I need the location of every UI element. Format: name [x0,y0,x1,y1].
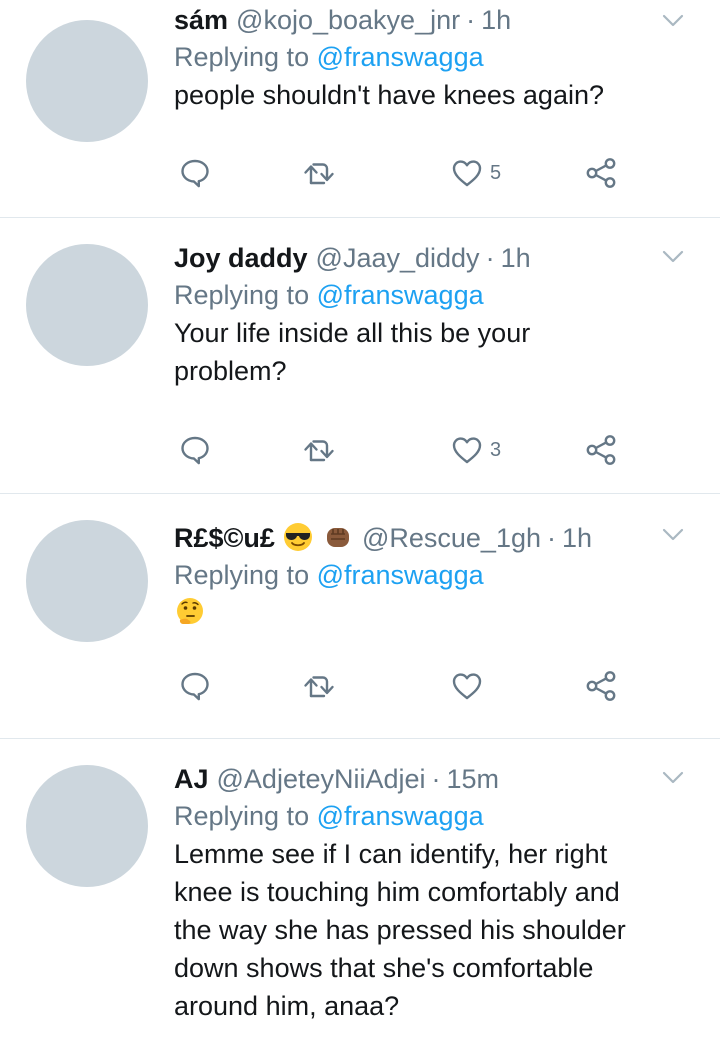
retweet-button[interactable] [302,430,336,470]
reply-button[interactable] [178,430,212,470]
tweet-header: sám @kojo_boakye_jnr · 1h [174,2,700,38]
timestamp[interactable]: 15m [447,761,500,797]
tweet-text-line: around him, anaa? [174,991,400,1021]
like-button[interactable]: 3 [450,430,501,470]
display-name-text: R£$©u£ [174,523,275,553]
avatar[interactable] [26,765,148,887]
like-count: 5 [490,161,502,184]
username[interactable]: @AdjeteyNiiAdjei [217,761,426,797]
heart-icon [450,433,484,467]
share-button[interactable] [584,153,618,193]
tweet-actions: 5 [174,153,634,193]
tweet-reply[interactable]: AJ @AdjeteyNiiAdjei · 15m Replying to @f… [0,739,720,1045]
replying-to: Replying to @franswagga [174,556,700,594]
replies-feed: sám @kojo_boakye_jnr · 1h Replying to @f… [0,0,720,1045]
avatar[interactable] [26,244,148,366]
replying-to-label: Replying to [174,42,310,72]
tweet-content: R£$©u£ @Rescue_1gh · 1h Replying to @fra… [174,520,700,632]
replying-to-mention[interactable]: @franswagga [317,42,484,72]
avatar[interactable] [26,20,148,142]
heart-icon [450,669,484,703]
reply-button[interactable] [178,153,212,193]
avatar[interactable] [26,520,148,642]
tweet-text: people shouldn't have knees again? [174,80,604,110]
retweet-button[interactable] [302,153,336,193]
reply-icon [178,669,212,703]
tweet-actions: 3 [174,430,634,470]
replying-to-mention[interactable]: @franswagga [317,560,484,590]
like-count: 3 [490,438,502,461]
tweet-content: Joy daddy @Jaay_diddy · 1h Replying to @… [174,240,700,390]
replying-to-mention[interactable]: @franswagga [317,801,484,831]
tweet-reply[interactable]: R£$©u£ @Rescue_1gh · 1h Replying to @fra… [0,494,720,739]
timestamp[interactable]: 1h [562,520,592,556]
tweet-content: AJ @AdjeteyNiiAdjei · 15m Replying to @f… [174,761,700,1025]
share-button[interactable] [584,430,618,470]
share-button[interactable] [584,666,618,706]
tweet-actions [174,666,634,706]
tweet-text: Your life inside all this be your proble… [174,314,700,390]
reply-icon [178,156,212,190]
timestamp[interactable]: 1h [481,2,511,38]
tweet-text: Lemme see if I can identify, her right k… [174,835,700,1025]
username[interactable]: @Jaay_diddy [316,240,480,276]
replying-to-label: Replying to [174,801,310,831]
display-name[interactable]: R£$©u£ [174,520,354,556]
replying-to: Replying to @franswagga [174,797,700,835]
tweet-text-line: knee is touching him comfortably and [174,877,620,907]
heart-icon [450,156,484,190]
sunglasses-emoji-icon [284,523,313,551]
share-icon [584,669,618,703]
tweet-header: Joy daddy @Jaay_diddy · 1h [174,240,700,276]
replying-to: Replying to @franswagga [174,276,700,314]
share-icon [584,433,618,467]
separator: · [466,5,476,35]
tweet-header: AJ @AdjeteyNiiAdjei · 15m [174,761,700,797]
like-button[interactable]: 5 [450,153,501,193]
tweet-text-line: the way she has pressed his shoulder [174,915,626,945]
tweet-text-line: Lemme see if I can identify, her right [174,839,608,869]
fist-emoji-icon [326,528,349,547]
thinking-face-emoji-icon [177,598,203,624]
replying-to-mention[interactable]: @franswagga [317,280,484,310]
display-name[interactable]: sám [174,2,228,38]
retweet-button[interactable] [302,666,336,706]
replying-to-label: Replying to [174,560,310,590]
like-button[interactable] [450,666,484,706]
tweet-header: R£$©u£ @Rescue_1gh · 1h [174,520,700,556]
timestamp[interactable]: 1h [501,240,531,276]
retweet-icon [302,669,336,703]
tweet-reply[interactable]: sám @kojo_boakye_jnr · 1h Replying to @f… [0,0,720,218]
tweet-text-line: Your life inside all this be your [174,318,531,348]
separator: · [547,523,556,553]
reply-icon [178,433,212,467]
tweet-content: sám @kojo_boakye_jnr · 1h Replying to @f… [174,2,700,114]
username[interactable]: @kojo_boakye_jnr [236,2,460,38]
tweet-text-line: down shows that she's comfortable [174,953,594,983]
share-icon [584,156,618,190]
retweet-icon [302,156,336,190]
retweet-icon [302,433,336,467]
reply-button[interactable] [178,666,212,706]
display-name[interactable]: AJ [174,761,209,797]
replying-to-label: Replying to [174,280,310,310]
tweet-text-line: problem? [174,356,287,386]
display-name[interactable]: Joy daddy [174,240,308,276]
username[interactable]: @Rescue_1gh [362,520,541,556]
tweet-text [174,594,700,632]
separator: · [431,764,441,794]
separator: · [485,243,495,273]
tweet-reply[interactable]: Joy daddy @Jaay_diddy · 1h Replying to @… [0,218,720,494]
replying-to: Replying to @franswagga [174,38,700,76]
